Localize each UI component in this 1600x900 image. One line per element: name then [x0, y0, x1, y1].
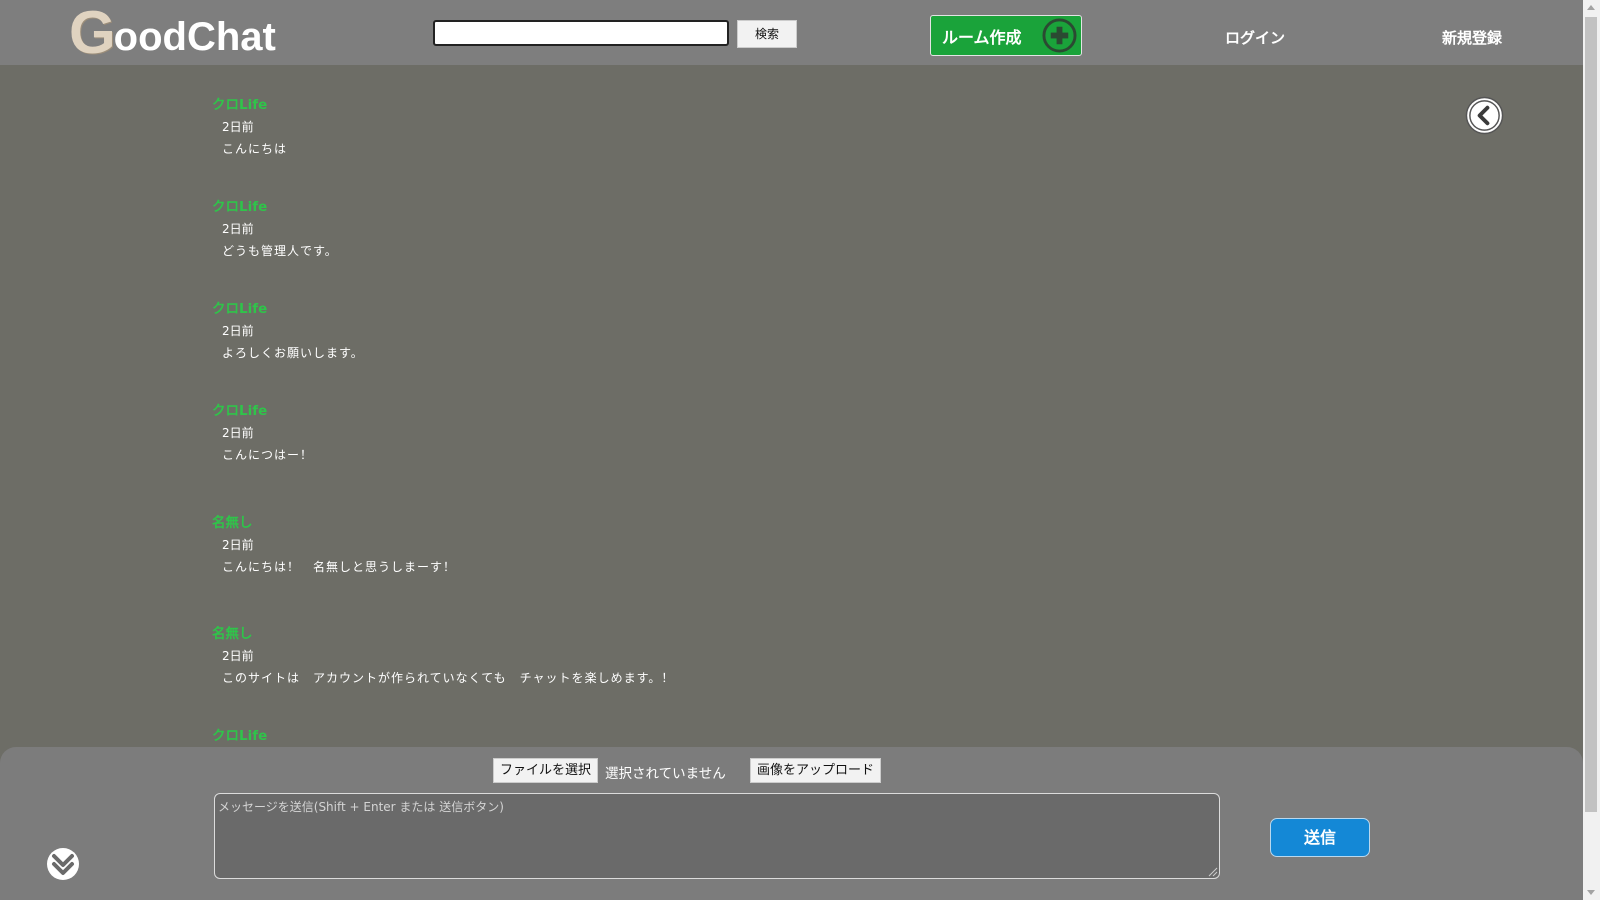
- resize-grip-icon[interactable]: [1208, 867, 1218, 877]
- logo-initial: G: [69, 0, 116, 66]
- message-input[interactable]: [214, 793, 1220, 879]
- file-status: 選択されていません: [605, 766, 726, 782]
- create-room-button[interactable]: ルーム作成: [930, 15, 1082, 56]
- page-scrollbar[interactable]: [1583, 0, 1600, 900]
- double-chevron-down-icon[interactable]: [46, 847, 80, 881]
- message-text: このサイトは アカウントが作られていなくても チャットを楽しめます。！: [222, 671, 675, 685]
- scroll-up-icon[interactable]: [1587, 5, 1595, 10]
- upload-image-button[interactable]: 画像をアップロード: [750, 758, 882, 783]
- message-time: 2日前: [222, 324, 254, 338]
- message-text: こんにちは！ 名無しと思うしまーす！: [222, 560, 457, 574]
- search-input[interactable]: [433, 20, 729, 46]
- message-time: 2日前: [222, 426, 254, 440]
- choose-file-button[interactable]: ファイルを選択: [493, 758, 599, 783]
- send-button[interactable]: 送信: [1270, 818, 1370, 857]
- back-icon[interactable]: [1465, 96, 1504, 135]
- message-username[interactable]: 名無し: [212, 511, 253, 531]
- message-time: 2日前: [222, 649, 254, 663]
- signup-link[interactable]: 新規登録: [1442, 27, 1502, 48]
- message-username[interactable]: クロLife: [212, 724, 267, 744]
- message-text: こんにつはー！: [222, 448, 314, 462]
- message-username[interactable]: クロLife: [212, 195, 267, 215]
- message-text: こんにちは: [222, 142, 288, 156]
- scroll-thumb[interactable]: [1585, 17, 1597, 812]
- message-username[interactable]: クロLife: [212, 93, 267, 113]
- logo[interactable]: G oodChat: [69, 0, 276, 66]
- message-time: 2日前: [222, 120, 254, 134]
- plus-circle-icon: [1042, 18, 1077, 53]
- message-time: 2日前: [222, 222, 254, 236]
- create-room-label: ルーム作成: [942, 27, 1022, 47]
- search-button[interactable]: 検索: [737, 20, 797, 48]
- message-time: 2日前: [222, 538, 254, 552]
- login-link[interactable]: ログイン: [1225, 27, 1285, 48]
- message-text: よろしくお願いします。: [222, 346, 364, 360]
- message-username[interactable]: クロLife: [212, 399, 267, 419]
- message-username[interactable]: クロLife: [212, 297, 267, 317]
- logo-text: oodChat: [113, 15, 276, 59]
- header: G oodChat 検索 ルーム作成 ログイン 新規登録: [0, 0, 1583, 65]
- message-text: どうも管理人です。: [222, 244, 338, 258]
- message-composer: ファイルを選択 選択されていません 画像をアップロード 送信: [0, 747, 1583, 900]
- page: G oodChat 検索 ルーム作成 ログイン 新規登録 クロLife 2日前 …: [0, 0, 1600, 900]
- message-username[interactable]: 名無し: [212, 622, 253, 642]
- scroll-down-icon[interactable]: [1587, 890, 1595, 895]
